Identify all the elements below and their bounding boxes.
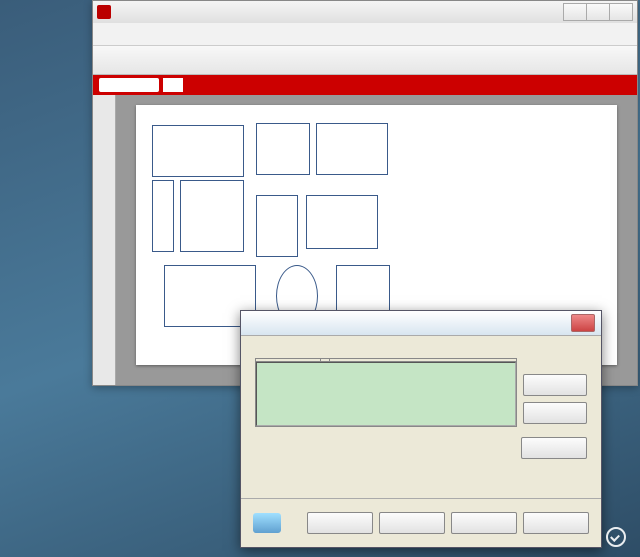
maximize-button[interactable] — [586, 3, 610, 21]
search-web-button[interactable] — [99, 78, 159, 92]
adobe-menubar — [93, 23, 637, 46]
minimize-button[interactable] — [563, 3, 587, 21]
adobe-toolbar — [93, 46, 637, 75]
pdf2cad-logo-icon — [253, 513, 281, 533]
pdf2cad-titlebar[interactable] — [241, 311, 601, 336]
close-button[interactable] — [609, 3, 633, 21]
yahoo-button[interactable] — [163, 78, 183, 92]
adobe-window-controls — [564, 3, 633, 21]
help-button[interactable] — [523, 512, 589, 534]
cancel-button[interactable] — [451, 512, 517, 534]
pdf2cad-close-button[interactable] — [571, 314, 595, 332]
adobe-app-icon — [97, 5, 111, 19]
delete-button[interactable] — [523, 402, 587, 424]
col-pdf-file[interactable] — [321, 359, 330, 361]
pdf2cad-body — [241, 336, 601, 498]
watermark — [606, 527, 630, 547]
pdf2cad-window — [240, 310, 602, 548]
file-table[interactable] — [255, 358, 517, 427]
pdf2cad-footer — [241, 498, 601, 547]
options-button[interactable] — [521, 437, 587, 459]
add-button[interactable] — [523, 374, 587, 396]
adobe-searchbar — [93, 75, 637, 95]
col-directory[interactable] — [256, 359, 321, 361]
back-button[interactable] — [307, 512, 373, 534]
watermark-icon — [606, 527, 626, 547]
adobe-sidebar[interactable] — [93, 95, 116, 385]
adobe-titlebar[interactable] — [93, 1, 637, 23]
next-button[interactable] — [379, 512, 445, 534]
